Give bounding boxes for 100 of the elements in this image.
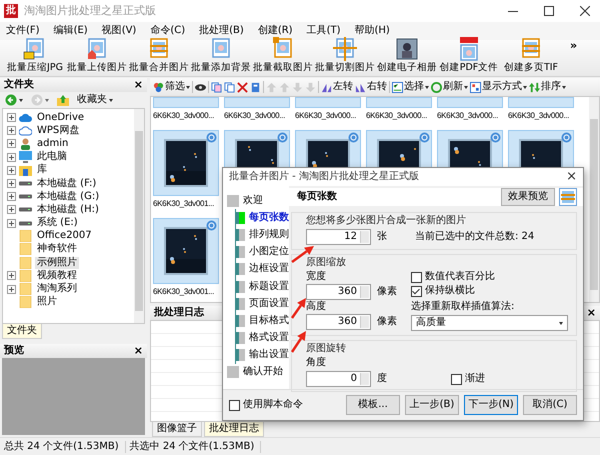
step-item[interactable]: 边框设置 [249, 263, 289, 276]
tree-item[interactable]: 系统 (E:) [35, 217, 80, 230]
expand-icon[interactable] [7, 218, 16, 228]
checkbox[interactable]: 数值代表百分比 [411, 271, 495, 283]
toolbar-button[interactable]: 批量合并图片 [128, 37, 190, 76]
close-icon[interactable]: × [134, 345, 143, 357]
expand-icon[interactable] [7, 126, 16, 136]
expand-icon[interactable] [7, 192, 16, 202]
tree-item[interactable]: 本地磁盘 (G:) [35, 190, 102, 203]
maximize-icon[interactable] [544, 6, 554, 16]
tree-item[interactable]: 此电脑 [35, 151, 69, 164]
panel-tab[interactable]: 文件夹 [2, 324, 42, 339]
step-item[interactable]: 排列规则 [249, 228, 289, 241]
thumbnail[interactable] [153, 218, 219, 284]
scrollbar[interactable] [134, 109, 144, 323]
tree-item[interactable]: 本地磁盘 (H:) [35, 204, 101, 216]
field-label: 宽度 [306, 271, 326, 283]
checkbox[interactable]: 渐进 [451, 373, 485, 385]
tree-item[interactable]: 淘淘系列 [35, 283, 79, 296]
menu-item[interactable]: 视图(V) [102, 25, 136, 37]
panel-tab[interactable]: 图像篮子 [152, 422, 202, 437]
checkbox[interactable]: 使用脚本命令 [229, 399, 303, 411]
dialog-button[interactable]: 取消(C) [523, 395, 577, 415]
step-item[interactable]: 小图定位 [249, 246, 289, 258]
number-field[interactable]: 360 [306, 314, 371, 330]
toolbar-button[interactable]: 批量截取图片 [252, 37, 314, 76]
dialog-button[interactable]: 上一步(B) [405, 395, 459, 415]
tree-item[interactable]: 本地磁盘 (F:) [35, 178, 98, 190]
expand-icon[interactable] [7, 113, 16, 122]
dialog-button[interactable]: 模板... [346, 395, 400, 415]
step-item[interactable]: 目标格式 [249, 314, 289, 327]
step-item[interactable]: 页面设置 [249, 298, 289, 310]
step-item[interactable]: 格式设置 [249, 332, 289, 344]
toolbar-button[interactable]: 批量添加背景 [190, 37, 252, 76]
menu-item[interactable]: 工具(T) [306, 25, 340, 37]
expand-icon[interactable] [7, 205, 16, 214]
toolbar-button[interactable]: 创建多页TIF [500, 37, 562, 76]
menu-item[interactable]: 命令(C) [150, 25, 186, 37]
nav-button[interactable] [3, 93, 25, 107]
menu-item[interactable]: 创建(R) [258, 25, 293, 37]
expand-icon[interactable] [7, 139, 16, 148]
tree-item[interactable]: 示例照片 [35, 256, 79, 269]
toolbar-button[interactable]: 右转 [355, 81, 387, 93]
toolbar-button[interactable]: 显示方式 [470, 81, 527, 93]
thumbnail[interactable] [437, 97, 503, 108]
step-item[interactable]: 标题设置 [249, 280, 289, 293]
thumbnail[interactable] [508, 97, 574, 108]
nav-button[interactable] [55, 93, 71, 107]
tree-item[interactable]: OneDrive [35, 112, 86, 124]
close-icon[interactable]: × [134, 79, 143, 91]
expand-icon[interactable] [7, 166, 16, 175]
close-icon[interactable]: × [566, 171, 577, 183]
thumbnail[interactable] [295, 97, 361, 108]
expand-icon[interactable] [7, 152, 16, 162]
caret-icon [425, 86, 429, 88]
checkbox[interactable]: 保持纵横比 [411, 285, 475, 297]
overflow-chevron[interactable]: » [570, 40, 578, 52]
tree-item[interactable]: 库 [35, 164, 49, 176]
toolbar-button[interactable]: 选择 [392, 81, 429, 93]
toolbar-button[interactable]: 排序 [529, 81, 566, 93]
expand-icon[interactable] [7, 271, 16, 280]
toolbar-button[interactable]: 批量压缩JPG [4, 37, 66, 76]
close-icon[interactable] [580, 6, 590, 16]
thumbnail[interactable] [224, 97, 290, 108]
number-field[interactable]: 12 [306, 229, 371, 245]
tree-item[interactable]: admin [35, 138, 70, 150]
number-field[interactable]: 360 [306, 284, 371, 300]
menu-item[interactable]: 批处理(B) [199, 25, 244, 37]
dropdown[interactable]: 高质量 [411, 315, 568, 331]
tree-item[interactable]: 视频教程 [35, 270, 79, 282]
number-field[interactable]: 0 [306, 371, 371, 387]
thumbnail[interactable] [153, 130, 219, 196]
tree-item[interactable]: 照片 [35, 296, 59, 308]
step-item[interactable]: 确认开始 [243, 366, 283, 378]
menu-item[interactable]: 文件(F) [6, 25, 40, 37]
step-item[interactable]: 每页张数 [249, 212, 289, 224]
toolbar-button[interactable]: 批量上传图片 [66, 37, 128, 76]
close-icon[interactable]: × [586, 307, 596, 319]
tree-item[interactable]: 神奇软件 [35, 243, 79, 256]
dialog-button[interactable]: 下一步(N) [464, 395, 518, 415]
menu-item[interactable]: 帮助(H) [354, 25, 390, 37]
nav-button[interactable]: 收藏夹 [75, 93, 115, 107]
step-item[interactable]: 输出设置 [249, 349, 289, 362]
toolbar-button[interactable]: 创建PDF文件 [438, 37, 500, 76]
scrollbar[interactable] [589, 97, 599, 302]
thumbnail[interactable] [366, 97, 432, 108]
toolbar-button[interactable] [195, 82, 206, 92]
toolbar-button[interactable]: 批量切割图片 [314, 37, 376, 76]
menu-item[interactable]: 编辑(E) [54, 25, 88, 37]
step-item[interactable]: 欢迎 [243, 194, 263, 207]
expand-icon[interactable] [7, 284, 16, 294]
toolbar-button[interactable]: 左转 [321, 81, 353, 93]
toolbar-button[interactable]: 创建电子相册 [376, 37, 438, 76]
tree-item[interactable]: WPS网盘 [35, 124, 82, 137]
copy-icon [211, 82, 222, 92]
preview-button[interactable]: 效果预览 [501, 188, 555, 206]
expand-icon[interactable] [7, 179, 16, 188]
thumbnail[interactable] [153, 97, 219, 108]
panel-tab[interactable]: 批处理日志 [204, 422, 264, 437]
tree-item[interactable]: Office2007 [35, 230, 94, 242]
